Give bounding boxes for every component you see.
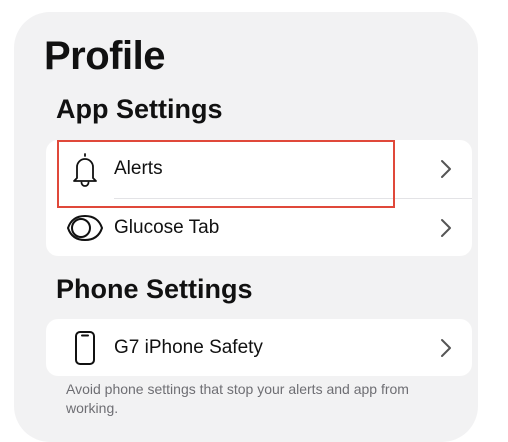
glucose-tab-label: Glucose Tab [114, 216, 220, 238]
glucose-tab-row[interactable]: Glucose Tab [46, 199, 472, 256]
phone-icon [66, 329, 104, 367]
eye-icon [66, 209, 104, 247]
chevron-right-icon [440, 218, 452, 238]
app-settings-card: Alerts Glucose Tab [46, 140, 472, 256]
chevron-right-icon [440, 159, 452, 179]
g7-iphone-safety-row[interactable]: G7 iPhone Safety [46, 319, 472, 376]
page-title: Profile [44, 34, 165, 78]
chevron-right-icon [440, 338, 452, 358]
bell-icon [66, 150, 104, 188]
alerts-label: Alerts [114, 157, 163, 179]
g7-iphone-safety-label: G7 iPhone Safety [114, 336, 263, 358]
phone-settings-note: Avoid phone settings that stop your aler… [66, 381, 409, 416]
section-title-app-settings: App Settings [56, 94, 223, 124]
phone-settings-card: G7 iPhone Safety [46, 319, 472, 376]
alerts-row[interactable]: Alerts [46, 140, 472, 197]
profile-screen: Profile App Settings Alerts Glucose Tab … [14, 12, 478, 442]
section-title-phone-settings: Phone Settings [56, 274, 253, 304]
